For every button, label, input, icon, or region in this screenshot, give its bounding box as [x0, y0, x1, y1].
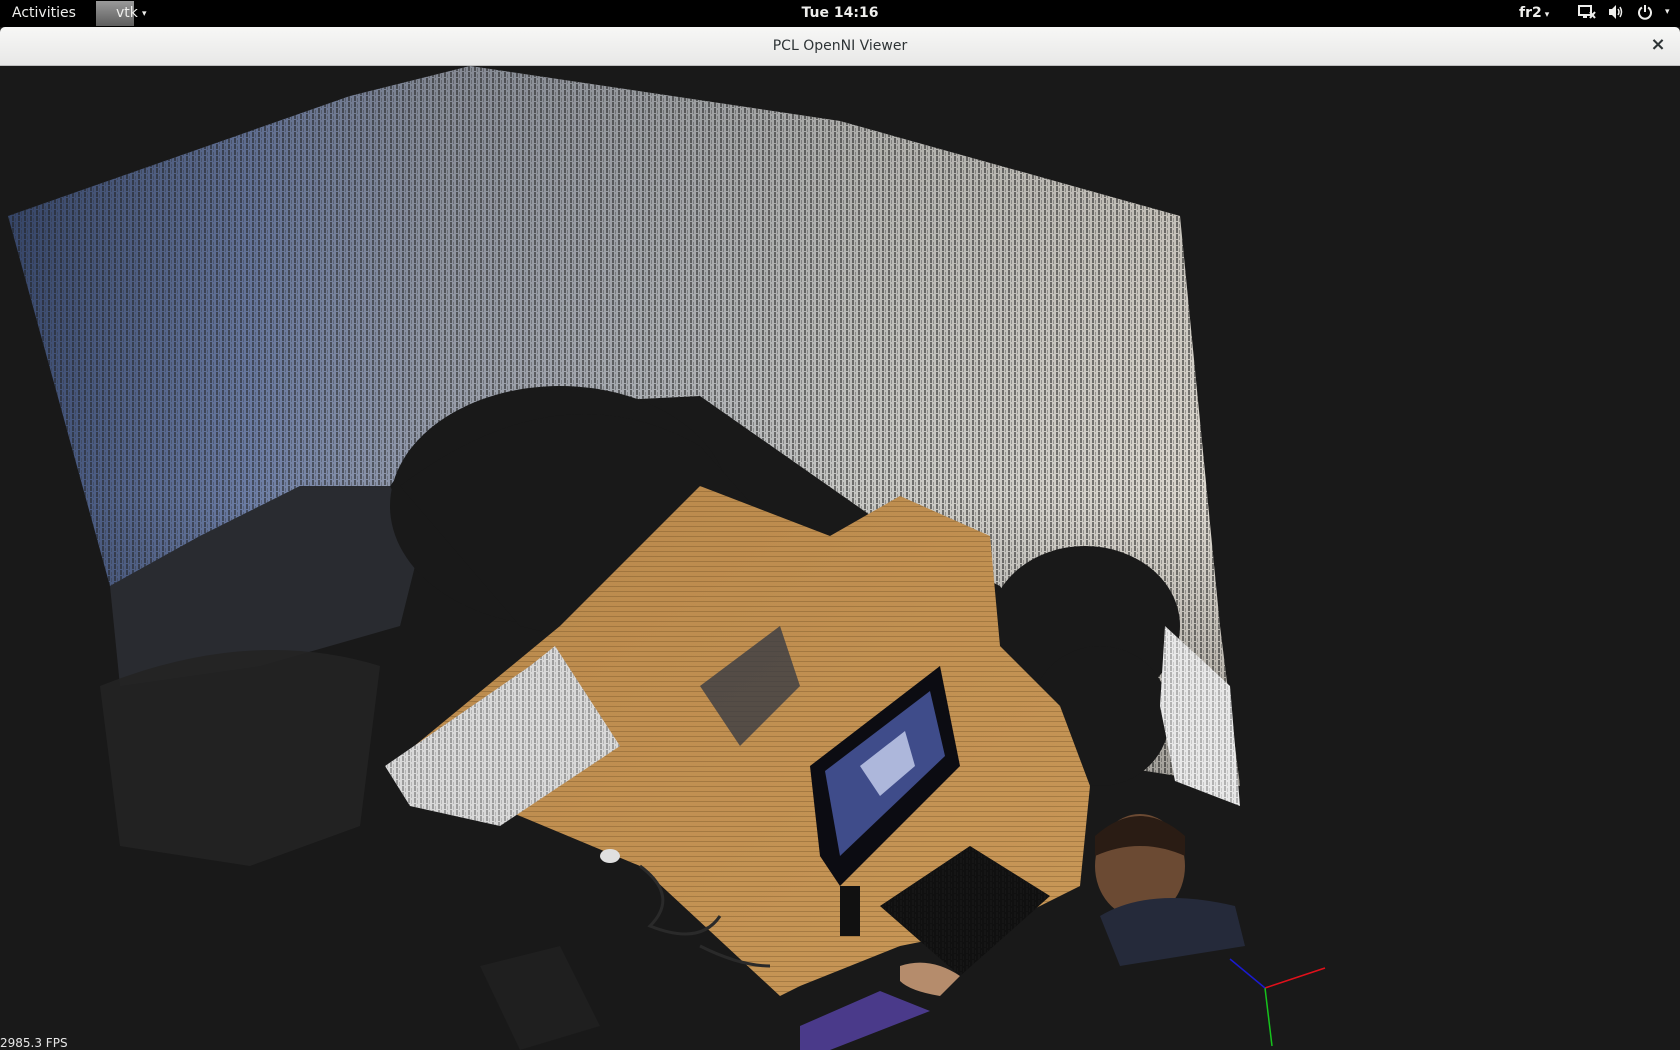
power-icon	[1638, 5, 1652, 20]
keyboard-arrow-icon: ▾	[1544, 10, 1550, 20]
volume-icon	[1609, 5, 1623, 19]
top-bar: Activities vtk ▾ Tue 14:16 fr2 ▾ ▾	[0, 0, 1680, 27]
point-cloud-viewport[interactable]: 2985.3 FPS	[0, 66, 1680, 1050]
y-axis-line	[1264, 987, 1273, 1047]
clock[interactable]: Tue 14:16	[0, 5, 1680, 21]
system-menu-arrow-icon: ▾	[1665, 7, 1670, 17]
window-title: PCL OpenNI Viewer	[772, 38, 908, 54]
book-points	[800, 991, 930, 1050]
window-titlebar[interactable]: PCL OpenNI Viewer ×	[0, 27, 1680, 66]
close-icon[interactable]: ×	[1648, 35, 1668, 55]
fps-counter: 2985.3 FPS	[0, 1036, 68, 1050]
z-axis-line	[1229, 958, 1266, 989]
point-cloud-render[interactable]	[0, 66, 1680, 1050]
x-axis-line	[1264, 967, 1326, 989]
keyboard-layout-indicator[interactable]: fr2 ▾	[1519, 5, 1549, 21]
network-icon	[1578, 5, 1596, 19]
coordinate-axes	[1229, 958, 1326, 1047]
keyboard-layout-label: fr2	[1519, 5, 1542, 21]
system-tray[interactable]: ▾	[1578, 4, 1670, 20]
